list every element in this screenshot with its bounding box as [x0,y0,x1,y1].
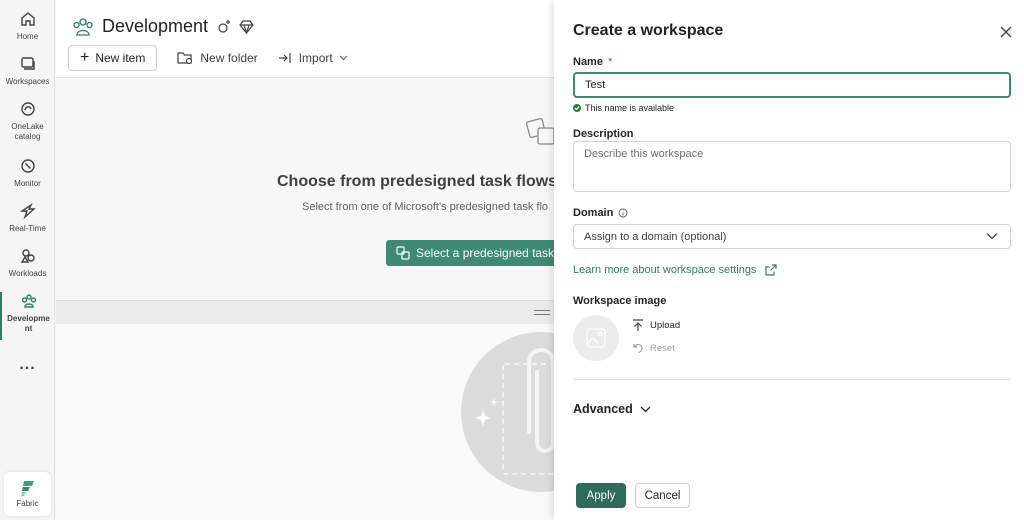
reset-button[interactable]: Reset [632,342,675,354]
name-label: Name * [573,56,612,68]
import-label: Import [298,51,333,65]
rail-label: Real-Time [9,224,46,233]
chevron-down-icon [339,55,348,61]
domain-dropdown[interactable]: Assign to a domain (optional) [573,224,1011,249]
advanced-label: Advanced [573,402,633,416]
image-icon [586,328,606,348]
description-label: Description [573,128,634,140]
reset-label: Reset [650,342,675,354]
new-item-label: New item [95,51,146,65]
rail-label: OneLake catalog [11,122,44,141]
rail-item-development[interactable]: Developme nt [0,292,55,340]
task-flow-title: Choose from predesigned task flows c [277,173,556,190]
workspace-page: Development + New item New folder Import… [56,0,556,520]
rail-item-real-time[interactable]: Real-Time [0,202,55,234]
workspace-image-label: Workspace image [573,295,667,307]
workspaces-icon [20,57,35,70]
paperclip-icon [475,348,556,475]
workspace-image-placeholder [573,315,619,361]
upload-button[interactable]: Upload [632,319,680,332]
chevron-down-icon [640,406,651,412]
name-input[interactable] [573,72,1011,98]
rail-label: Developme nt [7,314,50,333]
task-flow-icon [396,246,410,260]
import-icon [278,53,291,63]
drag-handle-icon [534,310,550,315]
apply-button[interactable]: Apply [576,483,626,508]
cancel-button[interactable]: Cancel [635,483,690,508]
fabric-logo-icon [20,481,34,496]
rail-label: Workspaces [5,77,50,86]
workspace-header: Development + New item New folder Import [56,0,556,78]
rail-label: Monitor [14,179,41,188]
domain-label-text: Domain [573,207,614,219]
learn-more-text: Learn more about workspace settings [573,264,757,276]
description-input[interactable] [573,141,1011,192]
rail-item-onelake-catalog[interactable]: OneLake catalog [0,100,55,142]
new-folder-button[interactable]: New folder [177,51,258,65]
upload-label: Upload [650,320,681,331]
rail-item-workloads[interactable]: Workloads [0,247,55,279]
domain-label: Domain [573,207,628,219]
workspace-settings-icon[interactable] [216,19,232,35]
name-status-text: This name is available [585,103,675,113]
task-flow-subtitle: Select from one of Microsoft's predesign… [302,201,549,213]
task-flow-illustration-icon [526,118,555,145]
development-icon [21,294,36,308]
domain-placeholder: Assign to a domain (optional) [584,230,727,243]
onelake-icon [20,102,35,116]
task-flow-section: Choose from predesigned task flows c Sel… [56,78,556,300]
premium-diamond-icon [239,19,254,34]
rail-item-home[interactable]: Home [0,10,55,42]
new-folder-label: New folder [200,51,258,65]
reset-icon [633,343,643,354]
required-marker: * [607,56,613,68]
select-task-flow-button[interactable]: Select a predesigned task f [386,240,556,266]
left-nav-rail: Home Workspaces OneLake catalog Monitor … [0,0,55,520]
chevron-down-icon [986,233,998,240]
rail-label: Home [16,32,39,41]
select-task-flow-label: Select a predesigned task f [416,246,556,260]
name-label-text: Name [573,56,603,68]
upload-icon [633,319,643,331]
section-divider [573,379,1011,380]
name-availability-status: This name is available [573,103,674,113]
panel-title: Create a workspace [573,22,724,39]
new-item-button[interactable]: + New item [68,45,158,71]
workspace-icon [73,17,93,36]
learn-more-link[interactable]: Learn more about workspace settings [573,264,778,276]
fabric-switcher[interactable]: Fabric [4,472,51,516]
create-workspace-panel: Create a workspace Name * This name is av… [554,0,1024,520]
external-link-icon [765,264,778,276]
info-icon[interactable] [618,208,628,218]
plus-icon: + [80,49,90,66]
home-icon [20,12,35,26]
monitor-icon [20,159,35,173]
close-icon[interactable] [999,25,1013,39]
rail-label: Workloads [8,269,47,278]
import-button[interactable]: Import [278,51,348,65]
check-circle-icon [573,104,581,112]
resize-handle[interactable] [56,300,556,324]
empty-state-area [56,324,556,520]
rail-label: Fabric [16,499,39,508]
workloads-icon [20,249,35,263]
real-time-icon [19,202,36,220]
rail-item-workspaces[interactable]: Workspaces [0,55,55,87]
more-icon[interactable]: ... [0,356,55,374]
new-folder-icon [177,52,193,65]
advanced-toggle[interactable]: Advanced [573,402,651,416]
rail-item-monitor[interactable]: Monitor [0,157,55,189]
empty-state-illustration [461,332,556,492]
workspace-title: Development [102,16,209,36]
